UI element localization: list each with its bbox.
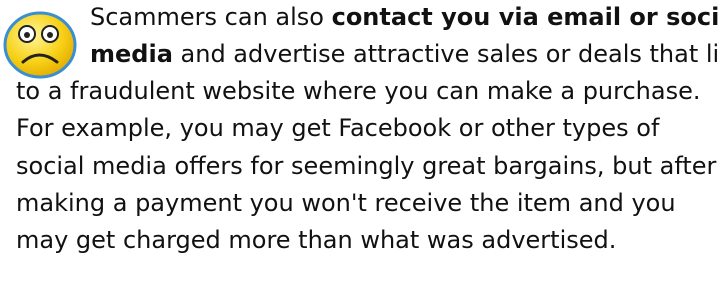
text-segment: Scammers can also	[90, 3, 332, 31]
text-segment: and advertise attractive sales or deals …	[172, 40, 720, 68]
worried-face-icon	[3, 11, 77, 79]
emphasis-text: contact you via email or social	[331, 3, 720, 31]
emphasis-text: media	[90, 40, 173, 68]
text-line: media and advertise attractive sales or …	[90, 37, 720, 71]
text-line: making a payment you won't receive the i…	[16, 189, 676, 217]
text-line: Scammers can also contact you via email …	[90, 0, 720, 34]
text-line: social media offers for seemingly great …	[16, 152, 717, 180]
text-line: to a fraudulent website where you can ma…	[16, 77, 701, 105]
text-line: may get charged more than what was adver…	[16, 226, 617, 254]
text-line: For example, you may get Facebook or oth…	[16, 114, 660, 142]
document-paragraph: Scammers can also contact you via email …	[0, 0, 720, 292]
